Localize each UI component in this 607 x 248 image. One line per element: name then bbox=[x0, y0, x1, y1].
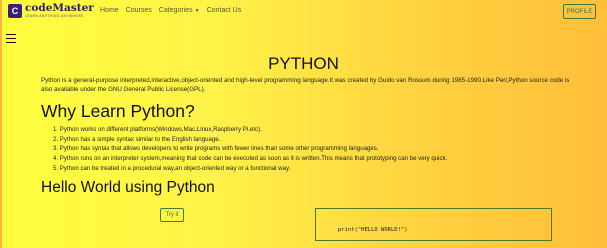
brand-logo[interactable]: C codeMaster LEARN ANYTHING ANYWHERE bbox=[8, 3, 94, 18]
why-learn-heading: Why Learn Python? bbox=[41, 101, 195, 121]
profile-button[interactable]: PROFILE bbox=[563, 4, 596, 19]
brand-tagline: LEARN ANYTHING ANYWHERE bbox=[25, 13, 84, 18]
top-navbar: C codeMaster LEARN ANYTHING ANYWHERE Hom… bbox=[0, 0, 607, 24]
list-item: 4. Python runs on an interpreter system,… bbox=[53, 155, 448, 163]
list-item: 2. Python has a simple syntax similar to… bbox=[53, 135, 221, 143]
nav-links: Home Courses Categories ▼ Contact Us bbox=[100, 7, 241, 14]
list-item: 5. Python can be treated in a procedural… bbox=[53, 164, 291, 172]
hello-world-heading: Hello World using Python bbox=[41, 179, 215, 196]
brand-text: codeMaster LEARN ANYTHING ANYWHERE bbox=[25, 3, 94, 18]
code-block: print("HELLO WORLD!") bbox=[315, 208, 552, 241]
nav-link-contact[interactable]: Contact Us bbox=[207, 7, 242, 14]
list-item: 1. Python works on different platforms(W… bbox=[53, 126, 262, 133]
page-title: PYTHON bbox=[268, 54, 339, 73]
nav-link-categories[interactable]: Categories ▼ bbox=[159, 7, 200, 14]
code-text: print("HELLO WORLD!") bbox=[338, 227, 408, 233]
page-edge-accent bbox=[0, 0, 2, 248]
hamburger-menu-icon[interactable] bbox=[6, 34, 16, 43]
list-item: 3. Python has syntax that allows develop… bbox=[53, 145, 379, 153]
nav-link-home[interactable]: Home bbox=[100, 7, 119, 14]
logo-badge-icon: C bbox=[8, 3, 22, 18]
brand-name: codeMaster bbox=[25, 2, 94, 14]
intro-paragraph: Python is a general-purpose interpreted,… bbox=[41, 77, 570, 93]
caret-down-icon: ▼ bbox=[194, 8, 200, 14]
nav-link-courses[interactable]: Courses bbox=[126, 7, 152, 14]
reasons-list: 1. Python works on different platforms(W… bbox=[53, 125, 573, 174]
try-it-button[interactable]: Try it bbox=[160, 208, 184, 222]
nav-link-categories-label: Categories bbox=[158, 7, 193, 14]
